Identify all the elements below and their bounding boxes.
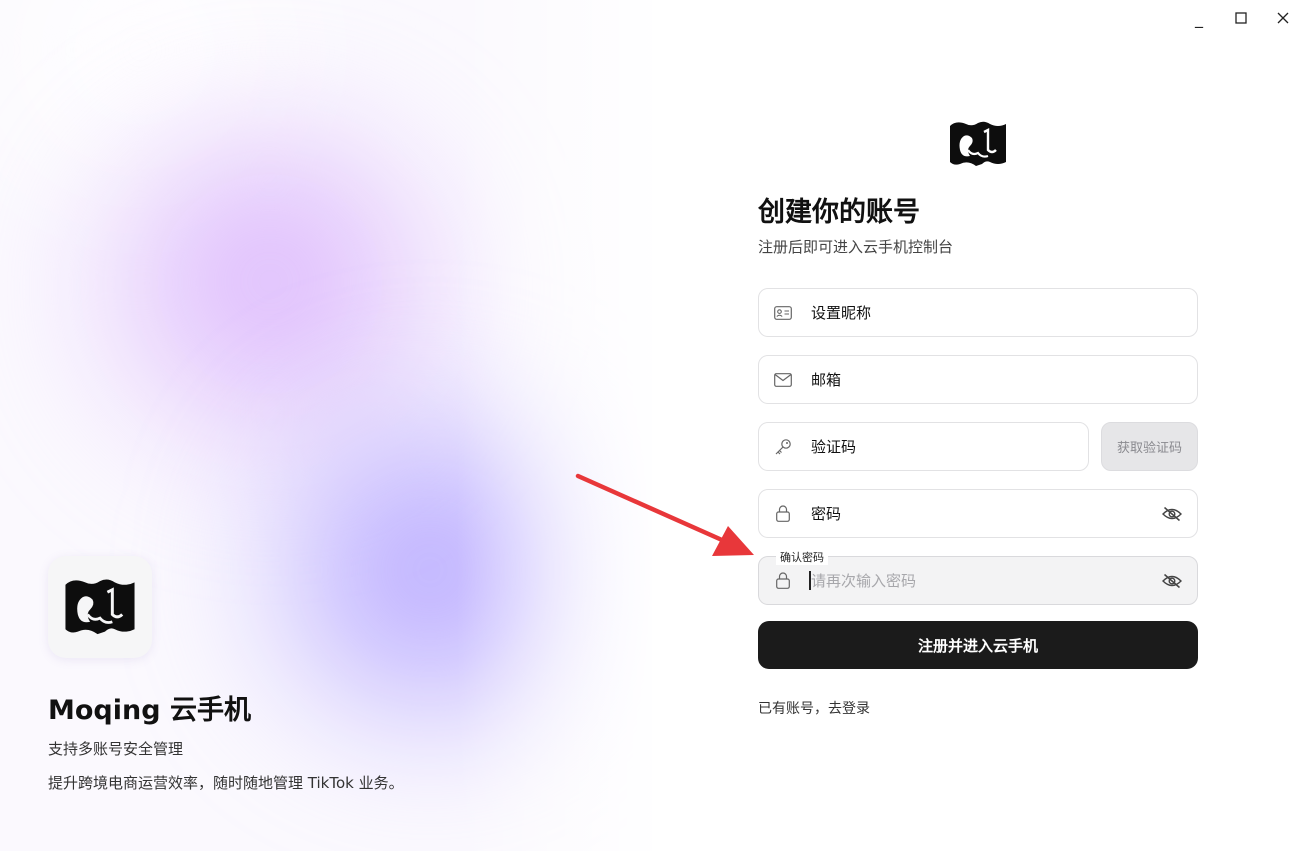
mail-icon [773,370,793,390]
id-card-icon [773,303,793,323]
email-value: 邮箱 [811,371,842,389]
password-field[interactable]: 密码 [758,489,1198,538]
confirm-password-input[interactable] [811,557,1147,604]
nickname-field[interactable]: 设置昵称 [758,288,1198,337]
page-title: 创建你的账号 [758,197,920,228]
minimize-icon: _ [1195,8,1203,28]
password-value: 密码 [811,505,842,523]
window-controls: _ [1178,0,1304,36]
app-window: Moqing 云手机 支持多账号安全管理 提升跨境电商运营效率，随时随地管理 T… [0,0,1304,851]
moqing-logo-icon [65,579,135,635]
login-link[interactable]: 已有账号，去登录 [758,698,870,718]
close-icon [1277,12,1289,24]
nickname-value: 设置昵称 [811,304,872,322]
maximize-icon [1235,12,1247,24]
hero-tagline-2: 提升跨境电商运营效率，随时随地管理 TikTok 业务。 [48,774,404,792]
get-code-button[interactable]: 获取验证码 [1101,422,1198,471]
page-subtitle: 注册后即可进入云手机控制台 [758,238,954,256]
moqing-logo-icon [950,121,1006,166]
app-logo-tile [48,556,152,658]
verification-code-field[interactable]: 验证码 [758,422,1089,471]
email-field[interactable]: 邮箱 [758,355,1198,404]
app-name: Moqing 云手机 [48,695,251,726]
close-button[interactable] [1262,0,1304,36]
hero-panel: Moqing 云手机 支持多账号安全管理 提升跨境电商运营效率，随时随地管理 T… [0,0,652,851]
eye-off-icon[interactable] [1161,570,1183,592]
verification-code-value: 验证码 [811,438,857,456]
lock-icon [773,504,793,524]
register-submit-button[interactable]: 注册并进入云手机 [758,621,1198,669]
maximize-button[interactable] [1220,0,1262,36]
confirm-password-label: 确认密码 [776,549,828,565]
lock-icon [773,571,793,591]
minimize-button[interactable]: _ [1178,0,1220,36]
hero-tagline-1: 支持多账号安全管理 [48,740,184,758]
eye-off-icon[interactable] [1161,503,1183,525]
key-icon [773,437,793,457]
text-caret [809,571,811,590]
